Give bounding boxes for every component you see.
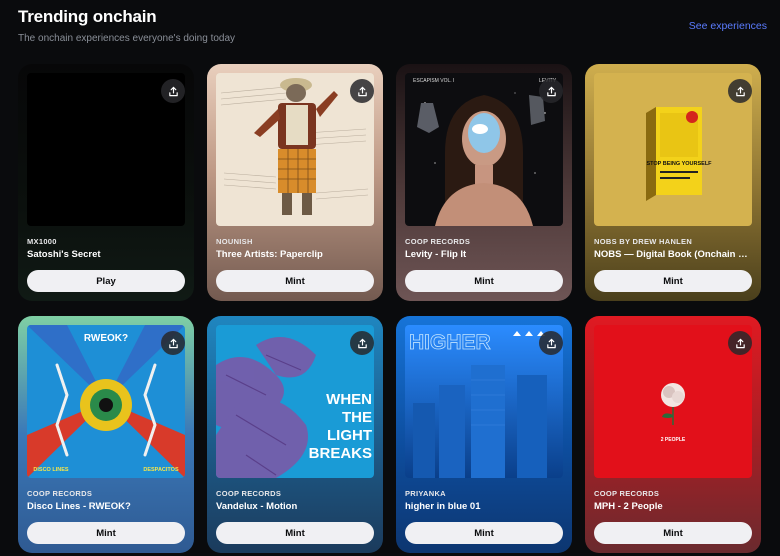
mint-button[interactable]: Mint — [594, 522, 752, 544]
see-experiences-link[interactable]: See experiences — [689, 20, 767, 32]
experience-card[interactable]: ESCAPISM VOL. I LEVITY COOP RECORDS Levi… — [396, 64, 572, 301]
card-creator: COOP RECORDS — [405, 237, 471, 246]
artwork-text: 2 PEOPLE — [661, 437, 686, 443]
card-title: Three Artists: Paperclip — [216, 249, 323, 260]
card-creator: NOUNISH — [216, 237, 253, 246]
mint-button[interactable]: Mint — [405, 522, 563, 544]
card-creator: NOBS BY DREW HANLEN — [594, 237, 693, 246]
share-icon[interactable] — [539, 79, 563, 103]
card-title: Vandelux - Motion — [216, 501, 298, 512]
experience-card[interactable]: STOP BEING YOURSELF NOBS BY DREW HANLEN … — [585, 64, 761, 301]
section-subtitle: The onchain experiences everyone's doing… — [18, 33, 236, 44]
card-creator: MX1000 — [27, 237, 57, 246]
book-cover-text: STOP BEING YOURSELF — [646, 161, 712, 167]
section-title: Trending onchain — [18, 7, 157, 26]
card-title: Levity - Flip It — [405, 249, 467, 260]
card-title: Disco Lines - RWEOK? — [27, 501, 131, 512]
mint-button[interactable]: Mint — [27, 522, 185, 544]
card-title: MPH - 2 People — [594, 501, 663, 512]
card-creator: COOP RECORDS — [27, 489, 93, 498]
mint-button[interactable]: Mint — [405, 270, 563, 292]
share-icon[interactable] — [161, 331, 185, 355]
experience-grid: MX1000 Satoshi's Secret Play NOUNISH Thr… — [18, 64, 762, 553]
experience-card[interactable]: HIGHER PRIYANKA higher in blue 01 Mint — [396, 316, 572, 553]
card-title: Satoshi's Secret — [27, 249, 101, 260]
artwork-text: WHEN THE LIGHT BREAKS — [308, 391, 372, 462]
experience-card[interactable]: RWEOK? DISCO LINES DESPACITOS COOP RECOR… — [18, 316, 194, 553]
artwork-title: RWEOK? — [84, 333, 128, 344]
share-icon[interactable] — [161, 79, 185, 103]
artwork-text-left: DISCO LINES — [33, 467, 68, 473]
share-icon[interactable] — [350, 331, 374, 355]
share-icon[interactable] — [350, 79, 374, 103]
mint-button[interactable]: Mint — [594, 270, 752, 292]
experience-card[interactable]: WHEN THE LIGHT BREAKS COOP RECORDS Vande… — [207, 316, 383, 553]
experience-card[interactable]: 2 PEOPLE COOP RECORDS MPH - 2 People Min… — [585, 316, 761, 553]
share-icon[interactable] — [728, 79, 752, 103]
artwork-text-right: DESPACITOS — [143, 467, 179, 473]
experience-card[interactable]: MX1000 Satoshi's Secret Play — [18, 64, 194, 301]
share-icon[interactable] — [728, 331, 752, 355]
card-creator: PRIYANKA — [405, 489, 446, 498]
card-title: higher in blue 01 — [405, 501, 481, 512]
artwork-text-left: ESCAPISM VOL. I — [413, 78, 454, 84]
mint-button[interactable]: Mint — [216, 522, 374, 544]
card-creator: COOP RECORDS — [594, 489, 660, 498]
experience-card[interactable]: NOUNISH Three Artists: Paperclip Mint — [207, 64, 383, 301]
play-button[interactable]: Play — [27, 270, 185, 292]
artwork-text: HIGHER — [409, 331, 491, 354]
card-creator: COOP RECORDS — [216, 489, 282, 498]
section-header: Trending onchain The onchain experiences… — [18, 6, 768, 52]
mint-button[interactable]: Mint — [216, 270, 374, 292]
card-title: NOBS — Digital Book (Onchain Edition) — [594, 249, 752, 260]
share-icon[interactable] — [539, 331, 563, 355]
